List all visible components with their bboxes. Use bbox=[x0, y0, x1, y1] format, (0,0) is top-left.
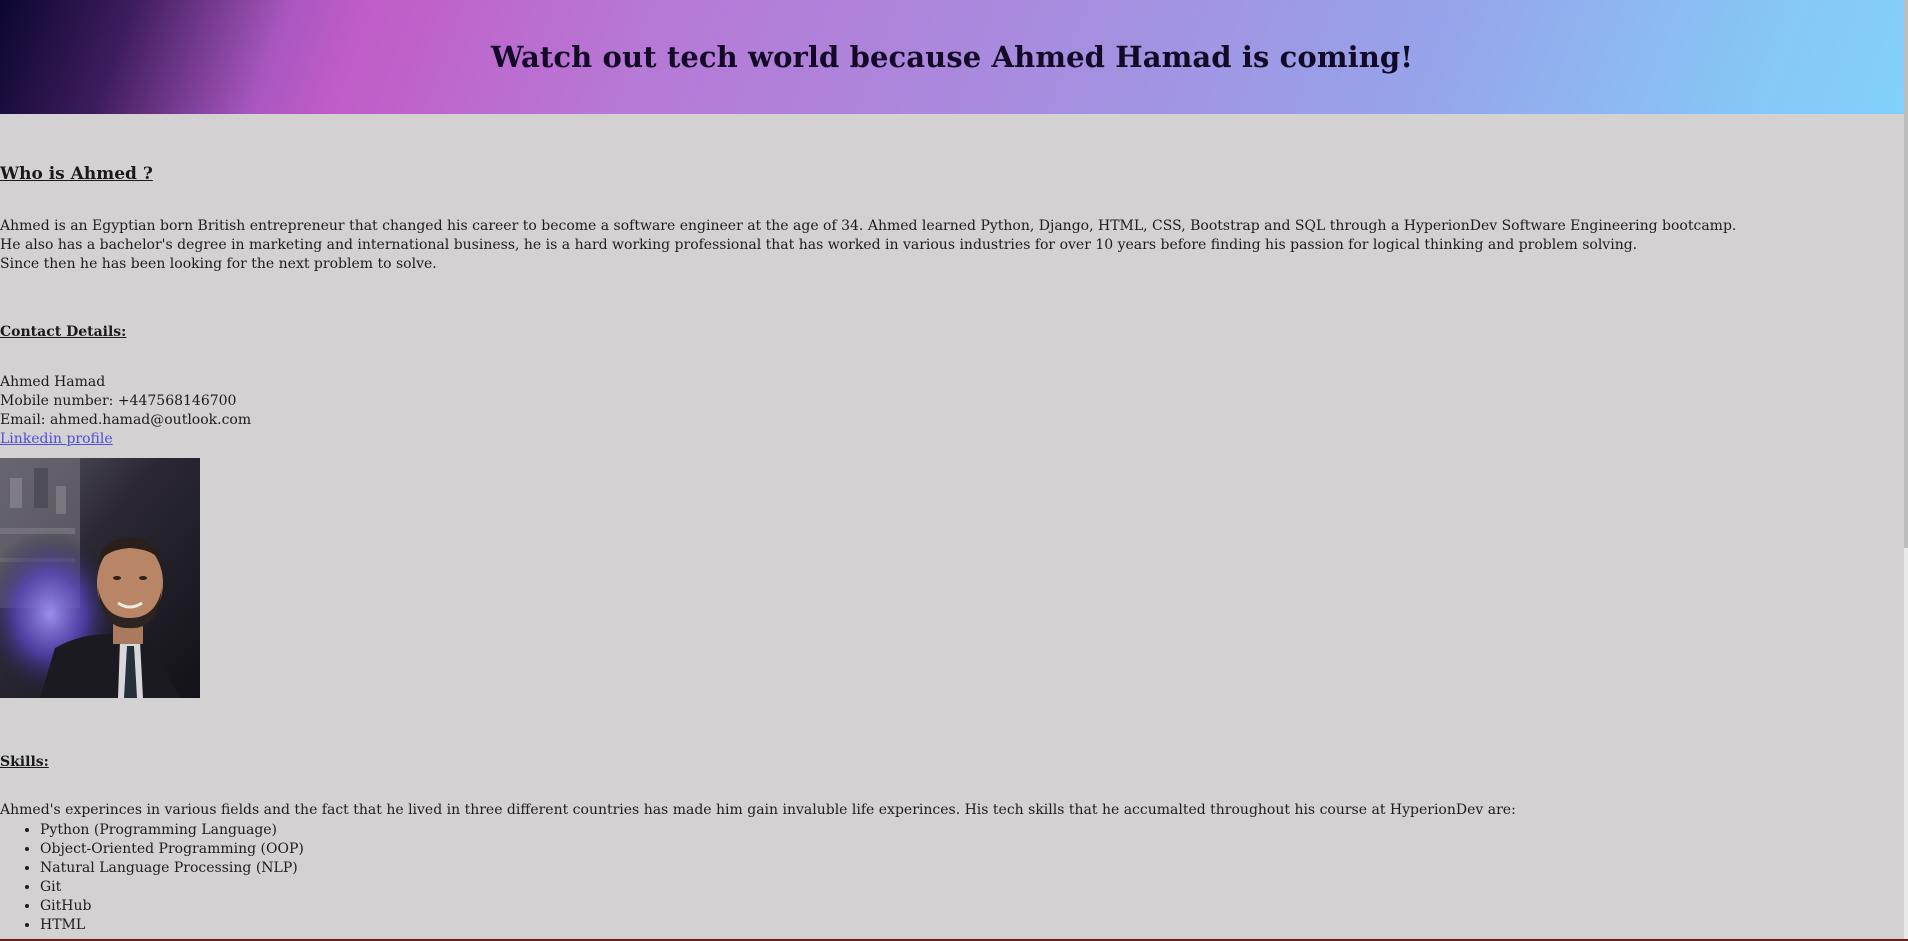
about-line: Since then he has been looking for the n… bbox=[0, 256, 437, 272]
contact-heading: Contact Details: bbox=[0, 324, 127, 340]
skill-item: Natural Language Processing (NLP) bbox=[40, 859, 304, 878]
scrollbar-thumb[interactable] bbox=[1904, 0, 1908, 548]
skill-item: Git bbox=[40, 878, 304, 897]
skill-item: Python (Programming Language) bbox=[40, 821, 304, 840]
skills-intro: Ahmed's experinces in various fields and… bbox=[0, 802, 1516, 818]
linkedin-profile-link[interactable]: Linkedin profile bbox=[0, 431, 113, 447]
skill-item: GitHub bbox=[40, 897, 304, 916]
skill-item: HTML bbox=[40, 916, 304, 935]
about-line: Ahmed is an Egyptian born British entrep… bbox=[0, 218, 1737, 234]
profile-photo-illustration bbox=[0, 458, 200, 698]
skill-item: Object-Oriented Programming (OOP) bbox=[40, 840, 304, 859]
page: Watch out tech world because Ahmed Hamad… bbox=[0, 0, 1908, 941]
contact-email: Email: ahmed.hamad@outlook.com bbox=[0, 412, 252, 428]
contact-mobile: Mobile number: +447568146700 bbox=[0, 393, 237, 409]
profile-photo bbox=[0, 458, 200, 698]
contact-details: Ahmed Hamad Mobile number: +447568146700… bbox=[0, 373, 251, 449]
about-paragraph: Ahmed is an Egyptian born British entrep… bbox=[0, 217, 1736, 274]
skills-list: Python (Programming Language) Object-Ori… bbox=[0, 821, 304, 935]
vertical-scrollbar[interactable] bbox=[1904, 0, 1908, 941]
contact-name: Ahmed Hamad bbox=[0, 374, 106, 390]
about-line: He also has a bachelor's degree in marke… bbox=[0, 237, 1638, 253]
skills-heading: Skills: bbox=[0, 754, 49, 770]
page-title: Watch out tech world because Ahmed Hamad… bbox=[490, 40, 1414, 74]
page-header: Watch out tech world because Ahmed Hamad… bbox=[0, 0, 1904, 114]
about-heading: Who is Ahmed ? bbox=[0, 164, 153, 184]
